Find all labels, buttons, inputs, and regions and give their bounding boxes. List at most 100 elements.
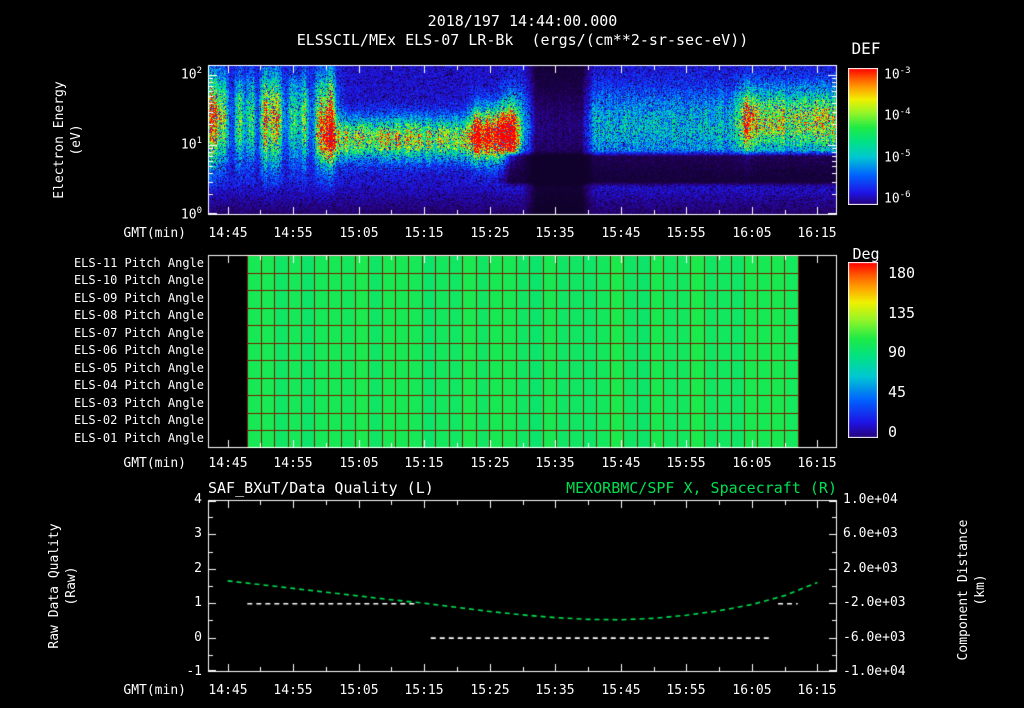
time-tick: 15:55: [666, 456, 706, 471]
time-tick: 15:25: [470, 226, 510, 241]
pitch-row-label: ELS-05 Pitch Angle: [73, 361, 204, 375]
def-colorbar-tick: 10-5: [884, 149, 911, 165]
quality-axis-label: Raw Data Quality (Raw): [46, 523, 80, 648]
deg-colorbar-tick: 0: [888, 423, 898, 441]
quality-axis-tick: 3: [194, 526, 202, 541]
left-series-title: SAF_BXuT/Data Quality (L): [208, 479, 434, 497]
def-colorbar: [848, 68, 878, 205]
pitch-row-label: ELS-09 Pitch Angle: [73, 291, 204, 305]
time-tick: 15:25: [470, 683, 510, 698]
tick-exp: 1: [196, 136, 202, 146]
time-tick: 16:15: [797, 683, 837, 698]
time-tick: 15:25: [470, 456, 510, 471]
time-tick: 16:05: [732, 226, 772, 241]
quality-axis-label-line2: (Raw): [64, 566, 79, 606]
time-tick: 16:15: [797, 226, 837, 241]
pitch-row-label: ELS-10 Pitch Angle: [73, 273, 204, 287]
gmt-axis-label-spec: GMT(min): [123, 226, 186, 241]
pitch-row-label: ELS-04 Pitch Angle: [73, 378, 204, 392]
gmt-axis-label-pitch: GMT(min): [123, 456, 186, 471]
bottom-titles: SAF_BXuT/Data Quality (L) MEXORBMC/SPF X…: [208, 479, 837, 497]
tick-exp: -5: [899, 149, 911, 159]
pitch-row-label: ELS-06 Pitch Angle: [73, 343, 204, 357]
quality-axis-tick: -1: [186, 664, 202, 679]
def-colorbar-title: DEF: [851, 39, 881, 58]
energy-axis-tick: 100: [156, 206, 202, 222]
time-tick: 15:35: [535, 456, 575, 471]
right-series-title: MEXORBMC/SPF X, Spacecraft (R): [566, 479, 837, 497]
time-tick: 15:15: [404, 226, 444, 241]
distance-axis-tick: 1.0e+04: [843, 492, 898, 507]
pitch-row-label: ELS-02 Pitch Angle: [73, 413, 204, 427]
plot-screen: 2018/197 14:44:00.000 ELSSCIL/MEx ELS-07…: [0, 0, 1024, 708]
quality-axis-tick: 0: [194, 630, 202, 645]
deg-colorbar-tick: 45: [888, 383, 907, 401]
time-tick: 15:35: [535, 226, 575, 241]
time-tick: 15:15: [404, 683, 444, 698]
def-colorbar-tick: 10-4: [884, 107, 911, 123]
tick-base: 10: [884, 150, 900, 166]
deg-colorbar-tick: 180: [888, 264, 916, 282]
energy-axis-label-line2: (eV): [69, 124, 84, 156]
tick-exp: -6: [899, 190, 911, 200]
time-tick: 15:45: [601, 683, 641, 698]
quality-axis-tick: 2: [194, 561, 202, 576]
time-tick: 15:55: [666, 683, 706, 698]
energy-axis-label: Electron Energy (eV): [51, 81, 85, 198]
distance-axis-label-line1: Component Distance: [956, 519, 971, 661]
time-tick: 15:45: [601, 456, 641, 471]
deg-colorbar-title: Deg: [852, 245, 880, 263]
time-tick: 15:55: [666, 226, 706, 241]
tick-base: 10: [884, 67, 900, 83]
pitch-row-label: ELS-07 Pitch Angle: [73, 326, 204, 340]
tick-exp: -3: [899, 66, 911, 76]
energy-axis-label-line1: Electron Energy: [52, 81, 67, 199]
tick-exp: 2: [196, 66, 202, 76]
time-tick: 16:05: [732, 683, 772, 698]
deg-colorbar-tick: 90: [888, 343, 907, 361]
time-tick: 16:15: [797, 456, 837, 471]
def-colorbar-tick: 10-3: [884, 66, 911, 82]
time-tick: 16:05: [732, 456, 772, 471]
pitch-row-label: ELS-03 Pitch Angle: [73, 396, 204, 410]
tick-base: 10: [180, 67, 197, 83]
tick-exp: -4: [899, 107, 911, 117]
distance-axis-tick: -2.0e+03: [843, 595, 906, 610]
quality-axis-label-line1: Raw Data Quality: [47, 523, 62, 649]
time-tick: 15:05: [339, 456, 379, 471]
tick-base: 10: [180, 207, 197, 223]
quality-axis-tick: 4: [194, 492, 202, 507]
quality-axis-tick: 1: [194, 595, 202, 610]
time-tick: 14:45: [208, 456, 248, 471]
time-tick: 14:55: [273, 683, 313, 698]
distance-axis-label: Component Distance (km): [955, 520, 989, 661]
pitch-row-label: ELS-01 Pitch Angle: [73, 431, 204, 445]
distance-axis-tick: 2.0e+03: [843, 561, 898, 576]
time-tick: 15:05: [339, 226, 379, 241]
distance-axis-tick: 6.0e+03: [843, 526, 898, 541]
time-tick: 14:55: [273, 456, 313, 471]
time-tick: 14:55: [273, 226, 313, 241]
distance-axis-label-line2: (km): [973, 574, 988, 606]
def-colorbar-tick: 10-6: [884, 190, 911, 206]
time-tick: 15:05: [339, 683, 379, 698]
spectrogram-canvas: [208, 65, 837, 215]
energy-axis-tick: 102: [156, 66, 202, 82]
pitch-row-label: ELS-11 Pitch Angle: [73, 256, 204, 270]
pitch-angle-canvas: [208, 255, 837, 448]
time-tick: 15:35: [535, 683, 575, 698]
distance-axis-tick: -1.0e+04: [843, 664, 906, 679]
tick-base: 10: [180, 137, 197, 153]
time-tick: 15:15: [404, 456, 444, 471]
distance-axis-tick: -6.0e+03: [843, 630, 906, 645]
energy-axis-tick: 101: [156, 136, 202, 152]
datetime-title: 2018/197 14:44:00.000: [427, 12, 618, 30]
pitch-row-label: ELS-08 Pitch Angle: [73, 308, 204, 322]
gmt-axis-label-bottom: GMT(min): [123, 683, 186, 698]
tick-base: 10: [884, 108, 900, 124]
plot-title: ELSSCIL/MEx ELS-07 LR-Bk (ergs/(cm**2-sr…: [296, 31, 749, 49]
time-tick: 14:45: [208, 683, 248, 698]
time-tick: 14:45: [208, 226, 248, 241]
deg-colorbar-tick: 135: [888, 304, 916, 322]
line-plot-canvas: [208, 500, 837, 672]
